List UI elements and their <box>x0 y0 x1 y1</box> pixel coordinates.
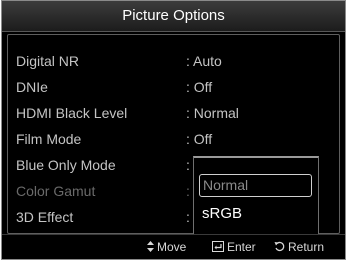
enter-label: Enter <box>227 240 256 254</box>
button-guide-bar: Move Enter Return <box>2 234 345 259</box>
menu-item-value: : <box>186 183 190 199</box>
menu-item-value: : Off <box>186 131 213 147</box>
menu-item-digital-nr[interactable]: Digital NR : Auto <box>8 50 339 72</box>
return-icon <box>274 241 285 252</box>
menu-item-hdmi-black-level[interactable]: HDMI Black Level : Normal <box>8 102 339 124</box>
menu-title: Picture Options <box>2 1 345 32</box>
move-hint: Move <box>147 240 186 254</box>
menu-item-dnie[interactable]: DNIe : Off <box>8 76 339 98</box>
menu-item-value: : <box>186 157 190 173</box>
menu-item-value: : Normal <box>186 105 239 121</box>
menu-item-value: : Off <box>186 79 213 95</box>
option-dropdown: Normal sRGB <box>193 156 319 238</box>
menu-item-value: : <box>186 209 190 225</box>
move-label: Move <box>157 240 187 254</box>
menu-item-label: 3D Effect <box>16 209 74 225</box>
return-hint: Return <box>274 240 324 254</box>
menu-item-film-mode[interactable]: Film Mode : Off <box>8 128 339 150</box>
menu-item-label: Blue Only Mode <box>16 157 116 173</box>
menu-item-label: HDMI Black Level <box>16 105 128 121</box>
enter-hint: Enter <box>212 240 256 254</box>
menu-item-label: Color Gamut <box>16 183 96 199</box>
dropdown-option-normal[interactable]: Normal <box>199 174 312 197</box>
return-label: Return <box>288 240 325 254</box>
up-down-arrow-icon <box>147 241 154 252</box>
tv-screen: Picture Options Digital NR : Auto DNIe :… <box>0 0 348 261</box>
menu-item-label: DNIe <box>16 79 48 95</box>
dropdown-option-srgb[interactable]: sRGB <box>202 205 242 222</box>
enter-icon <box>212 241 224 252</box>
menu-item-label: Film Mode <box>16 131 82 147</box>
menu-item-value: : Auto <box>186 53 222 69</box>
menu-item-label: Digital NR <box>16 53 80 69</box>
picture-options-menu: Picture Options Digital NR : Auto DNIe :… <box>1 0 346 260</box>
